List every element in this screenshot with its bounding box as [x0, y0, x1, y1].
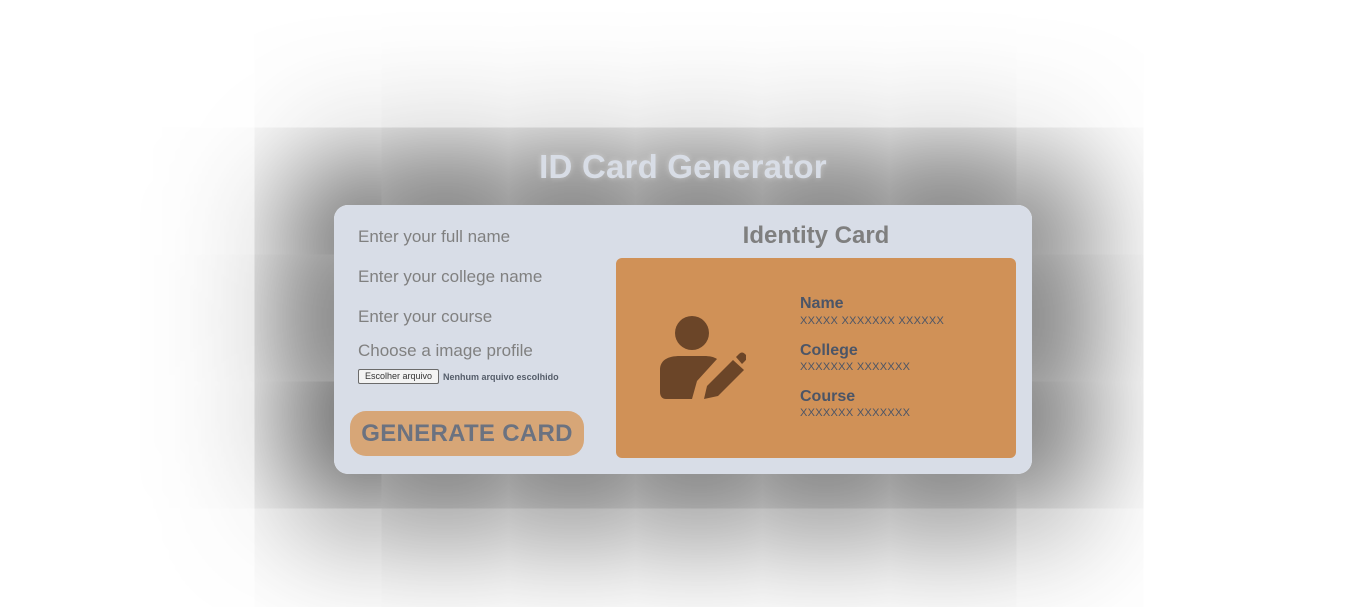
course-value: XXXXXXX XXXXXXX — [800, 407, 911, 419]
image-profile-label: Choose a image profile — [358, 341, 533, 360]
college-label: College — [800, 342, 858, 359]
file-picker: Escolher arquivo Nenhum arquivo escolhid… — [358, 369, 559, 384]
choose-file-button[interactable]: Escolher arquivo — [358, 369, 440, 384]
college-value: XXXXXXX XXXXXXX — [800, 361, 911, 373]
full-name-input[interactable] — [358, 224, 598, 250]
file-status-text: Nenhum arquivo escolhido — [443, 371, 559, 382]
page-title: ID Card Generator — [539, 148, 827, 185]
name-value: XXXXX XXXXXXX XXXXXX — [800, 315, 945, 327]
college-name-input[interactable] — [358, 264, 598, 290]
identity-card: Name XXXXX XXXXXXX XXXXXX College XXXXXX… — [616, 258, 1016, 458]
generator-panel: Choose a image profile Escolher arquivo … — [334, 205, 1032, 474]
name-label: Name — [800, 295, 844, 312]
card-heading: Identity Card — [742, 222, 890, 249]
course-input[interactable] — [358, 304, 598, 330]
course-label: Course — [800, 388, 856, 405]
generate-card-button[interactable]: GENERATE CARD — [350, 411, 584, 456]
user-edit-icon — [660, 316, 746, 399]
